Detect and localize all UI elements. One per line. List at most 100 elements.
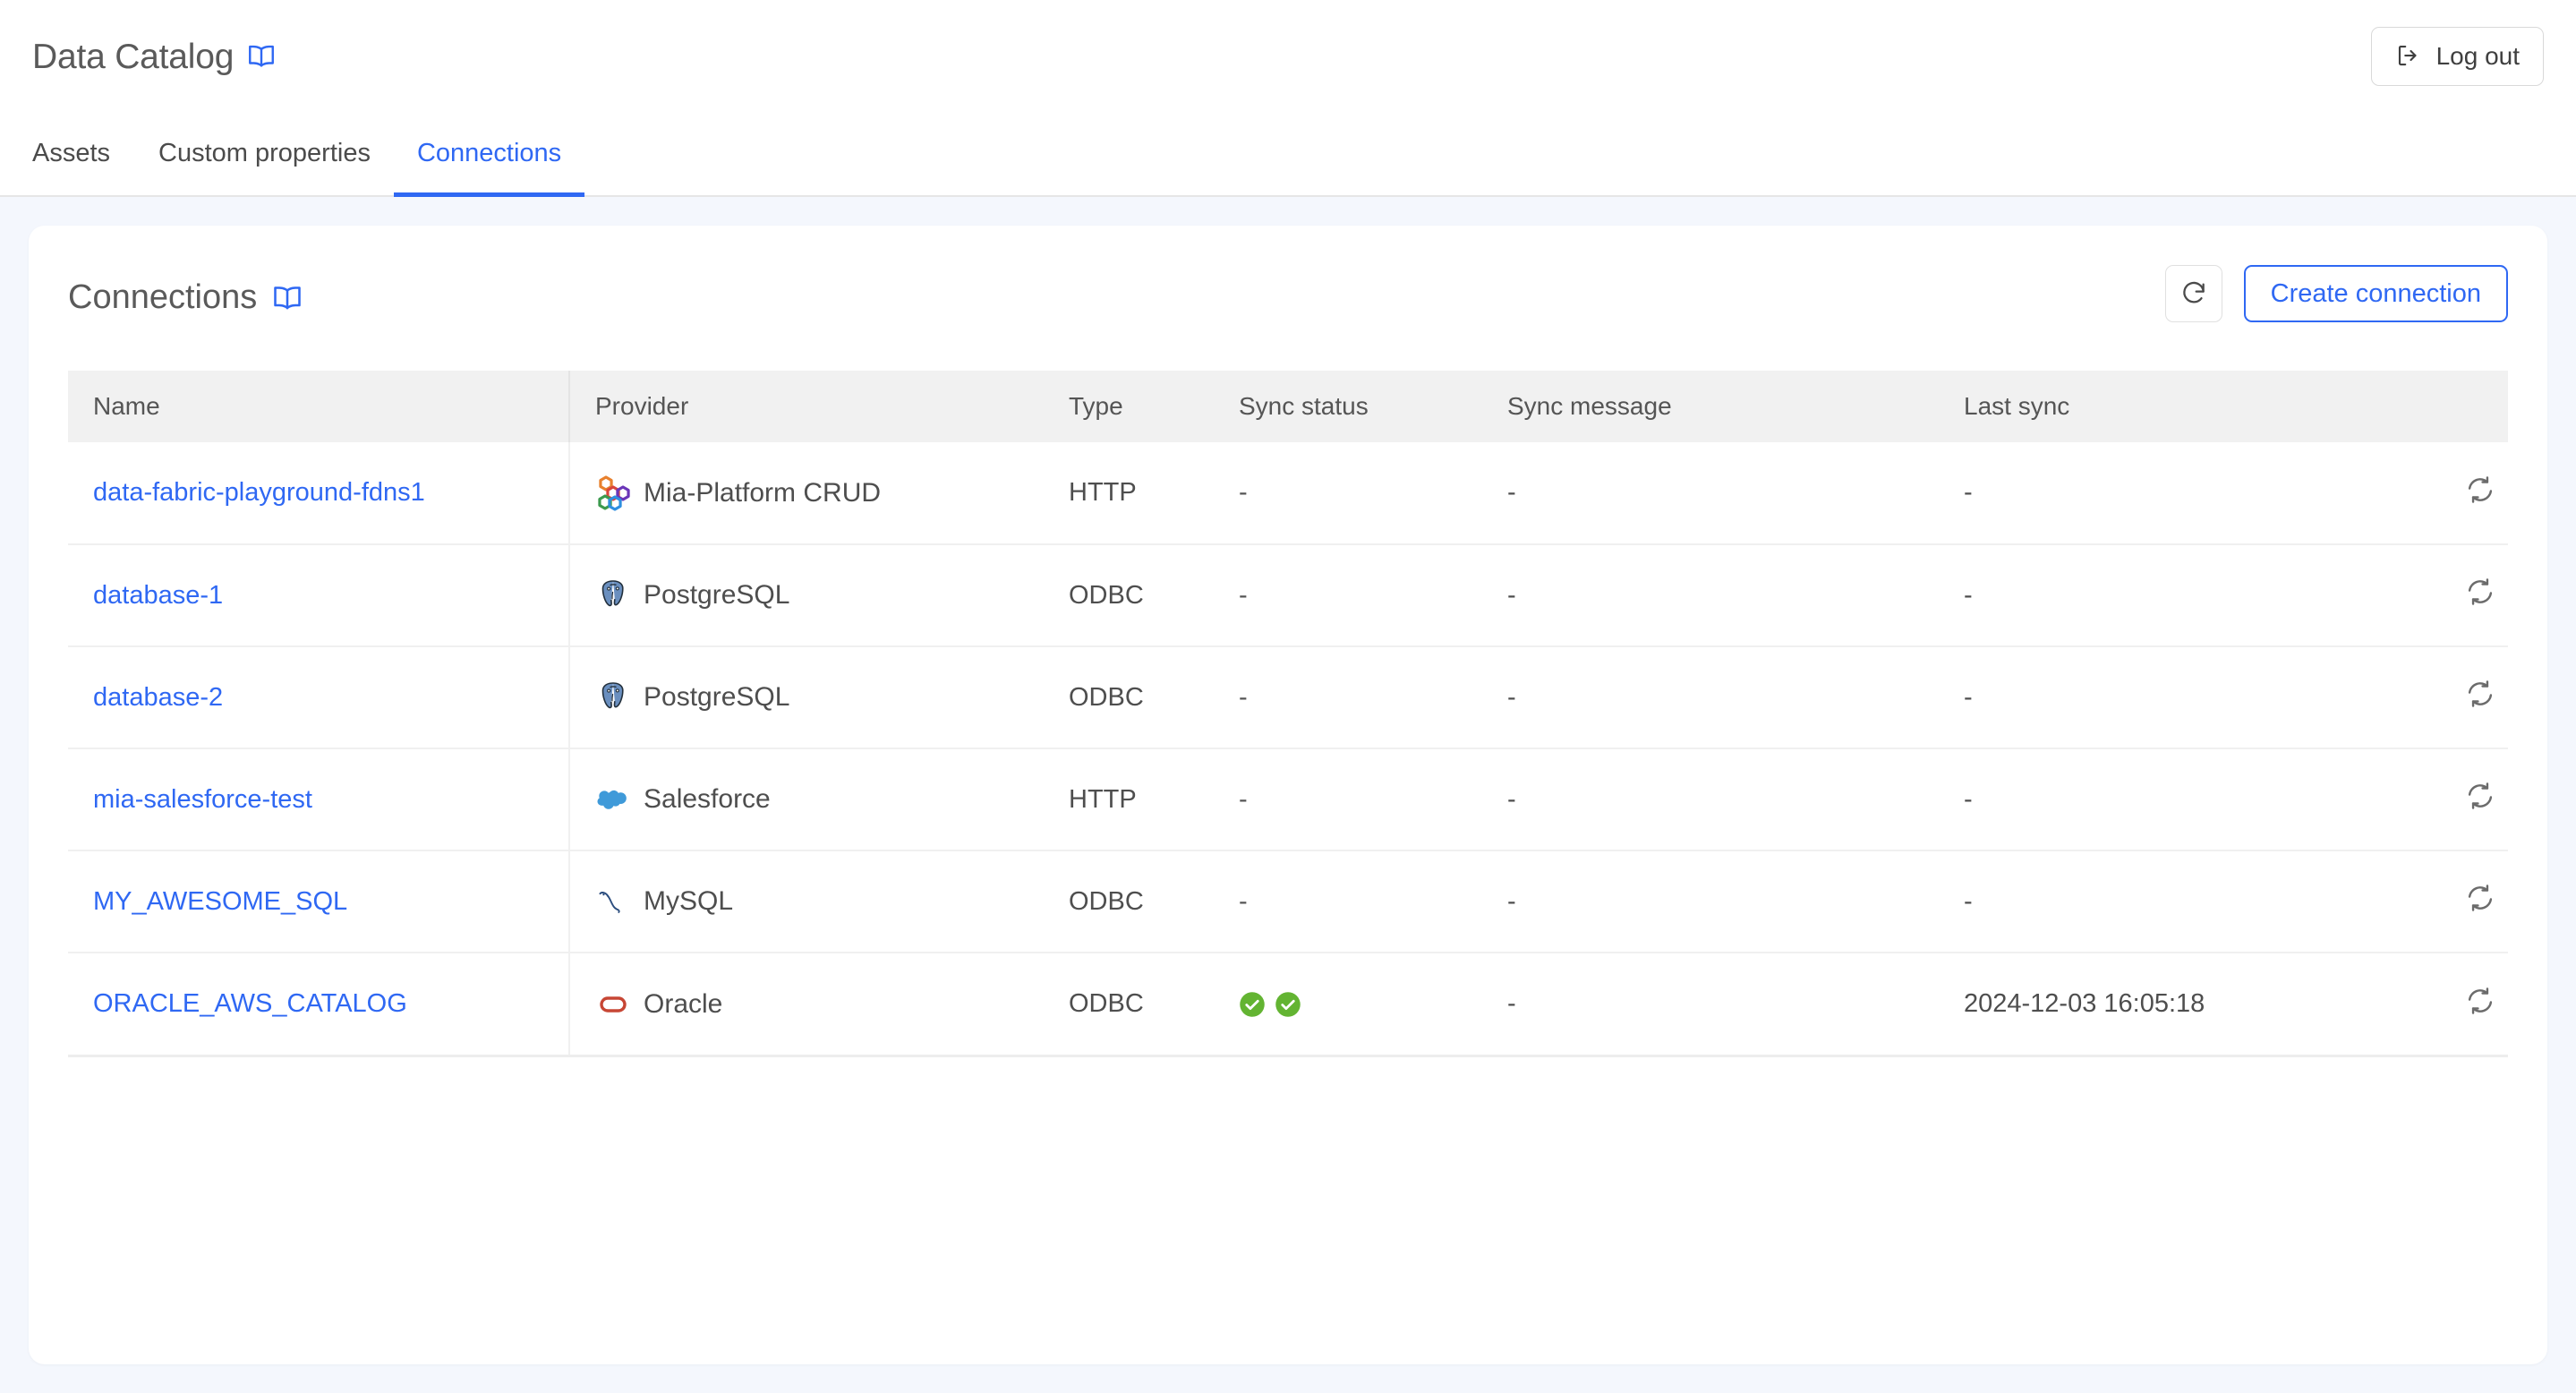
tab-assets-label: Assets	[32, 139, 111, 167]
connections-table-wrapper: Name Provider Type Sync status Sync mess…	[68, 371, 2508, 1057]
cell-provider: MySQL	[569, 850, 1044, 953]
sync-row-button[interactable]	[2465, 679, 2495, 712]
cell-sync-status: -	[1214, 850, 1482, 953]
column-header-type[interactable]: Type	[1044, 371, 1214, 442]
sync-status-value: -	[1239, 478, 1248, 507]
logout-icon	[2395, 42, 2422, 72]
card-title: Connections	[68, 278, 258, 316]
connection-name-link[interactable]: mia-salesforce-test	[93, 785, 312, 814]
tab-connections[interactable]: Connections	[393, 115, 585, 197]
sync-row-button[interactable]	[2465, 474, 2495, 508]
page-title: Data Catalog	[32, 38, 235, 76]
salesforce-icon	[595, 782, 631, 817]
cell-sync-message: -	[1482, 544, 1939, 647]
cell-provider: Mia-Platform CRUD	[569, 442, 1044, 545]
cell-type: ODBC	[1044, 646, 1214, 749]
sync-status-value: -	[1239, 784, 1248, 814]
mia-platform-icon	[595, 474, 631, 511]
column-header-sync-message[interactable]: Sync message	[1482, 371, 1939, 442]
refresh-button[interactable]	[2164, 265, 2222, 322]
sync-icon	[2465, 474, 2495, 508]
table-row: data-fabric-playground-fdns1 Mia-Platform…	[68, 442, 2508, 545]
page-body: Connections Create connection Name Provi…	[0, 197, 2576, 1393]
cell-last-sync: -	[1939, 442, 2440, 545]
sync-icon	[2465, 679, 2495, 712]
cell-actions	[2440, 850, 2508, 953]
provider-group: PostgreSQL	[595, 679, 1019, 715]
connection-name-link[interactable]: ORACLE_AWS_CATALOG	[93, 989, 407, 1018]
mysql-icon	[595, 884, 631, 919]
tab-custom-properties[interactable]: Custom properties	[135, 115, 394, 197]
tab-assets[interactable]: Assets	[32, 115, 135, 197]
tab-connections-label: Connections	[416, 139, 562, 167]
cell-last-sync: -	[1939, 646, 2440, 749]
connections-table: Name Provider Type Sync status Sync mess…	[68, 371, 2508, 1055]
logout-button[interactable]: Log out	[2370, 27, 2544, 86]
provider-group: MySQL	[595, 884, 1019, 919]
card-title-group: Connections	[68, 278, 303, 317]
create-connection-button[interactable]: Create connection	[2243, 265, 2508, 322]
provider-group: PostgreSQL	[595, 577, 1019, 613]
cell-type: HTTP	[1044, 748, 1214, 851]
sync-row-button[interactable]	[2465, 883, 2495, 916]
book-icon[interactable]	[271, 281, 303, 313]
cell-sync-status	[1214, 953, 1482, 1055]
connection-name-link[interactable]: MY_AWESOME_SQL	[93, 887, 347, 916]
cell-type: ODBC	[1044, 544, 1214, 647]
cell-sync-message: -	[1507, 989, 1516, 1018]
status-badge-success	[1239, 991, 1266, 1018]
cell-sync-status: -	[1214, 748, 1482, 851]
connection-name-link[interactable]: data-fabric-playground-fdns1	[93, 478, 425, 507]
column-header-sync-status[interactable]: Sync status	[1214, 371, 1482, 442]
sync-icon	[2465, 577, 2495, 610]
cell-name: mia-salesforce-test	[68, 748, 570, 851]
cell-provider: Salesforce	[569, 748, 1044, 851]
provider-label: Mia-Platform CRUD	[644, 477, 882, 508]
sync-row-button[interactable]	[2465, 986, 2495, 1019]
column-header-name[interactable]: Name	[68, 371, 570, 442]
provider-label: Salesforce	[644, 784, 771, 814]
sync-row-button[interactable]	[2465, 781, 2495, 814]
cell-name: MY_AWESOME_SQL	[68, 850, 570, 953]
sync-icon	[2465, 986, 2495, 1019]
postgresql-icon	[595, 679, 631, 715]
top-header-bar: Data Catalog Log out	[0, 0, 2576, 115]
cell-provider: Oracle	[569, 953, 1044, 1055]
cell-name: ORACLE_AWS_CATALOG	[68, 953, 570, 1055]
connection-name-link[interactable]: database-2	[93, 683, 223, 712]
tab-bar: Assets Custom properties Connections	[0, 115, 2576, 197]
cell-last-sync: 2024-12-03 16:05:18	[1964, 989, 2205, 1018]
cell-sync-message: -	[1482, 850, 1939, 953]
column-header-provider[interactable]: Provider	[569, 371, 1044, 442]
sync-status-badges	[1239, 991, 1457, 1018]
column-header-actions	[2440, 371, 2508, 442]
sync-row-button[interactable]	[2465, 577, 2495, 610]
status-badge-success	[1275, 991, 1301, 1018]
sync-status-value: -	[1239, 580, 1248, 610]
cell-sync-message: -	[1482, 748, 1939, 851]
card-header: Connections Create connection	[68, 263, 2508, 331]
table-row: MY_AWESOME_SQL MySQL ODBC - - -	[68, 850, 2508, 953]
refresh-icon	[2179, 278, 2208, 310]
cell-actions	[2440, 748, 2508, 851]
table-row: database-1 PostgreSQL ODBC - - -	[68, 544, 2508, 647]
provider-label: Oracle	[644, 988, 723, 1019]
cell-sync-status: -	[1214, 442, 1482, 545]
book-icon[interactable]	[246, 40, 277, 75]
table-header-row: Name Provider Type Sync status Sync mess…	[68, 371, 2508, 442]
cell-provider: PostgreSQL	[569, 646, 1044, 749]
sync-status-value: -	[1239, 682, 1248, 712]
provider-group: Oracle	[595, 987, 1019, 1022]
connection-name-link[interactable]: database-1	[93, 581, 223, 610]
cell-last-sync: -	[1939, 748, 2440, 851]
table-row: database-2 PostgreSQL ODBC - - -	[68, 646, 2508, 749]
cell-sync-message: -	[1482, 442, 1939, 545]
cell-last-sync: -	[1939, 850, 2440, 953]
provider-label: PostgreSQL	[644, 682, 790, 712]
cell-last-sync: -	[1939, 544, 2440, 647]
column-header-last-sync[interactable]: Last sync	[1939, 371, 2440, 442]
sync-status-value: -	[1239, 886, 1248, 916]
cell-sync-status: -	[1214, 646, 1482, 749]
cell-name: data-fabric-playground-fdns1	[68, 442, 570, 545]
cell-actions	[2440, 646, 2508, 749]
